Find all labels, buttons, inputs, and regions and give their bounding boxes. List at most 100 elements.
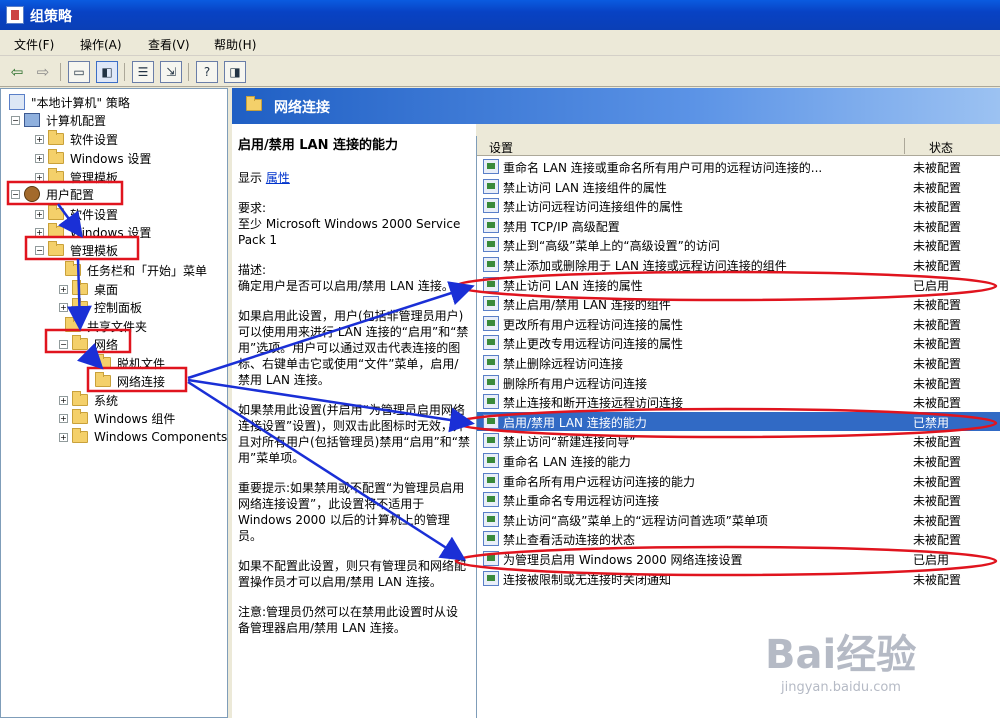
tree-windows-components-cn[interactable]: + Windows 组件 [59,409,177,427]
menu-file[interactable]: 文件(F) [14,36,54,53]
back-arrow-icon[interactable]: ⇦ [6,61,28,83]
setting-state: 未被配置 [913,533,962,548]
description-para-3: 重要提示:如果禁用或不配置“为管理员启用网络连接设置”，此设置将不适用于 Win… [238,481,465,543]
setting-state: 未被配置 [913,396,962,411]
description-title: 启用/禁用 LAN 连接的能力 [238,138,399,153]
setting-label: 删除所有用户远程访问连接 [503,376,648,391]
menu-action[interactable]: 操作(A) [80,36,122,53]
setting-label: 更改所有用户远程访问连接的属性 [503,317,684,332]
table-row[interactable]: 禁止访问 LAN 连接组件的属性 未被配置 [477,177,1000,197]
expand-icon[interactable]: + [35,227,44,237]
policy-setting-icon [483,374,499,390]
table-row[interactable]: 删除所有用户远程访问连接 未被配置 [477,373,1000,393]
table-row[interactable]: 禁止访问“高级”菜单上的“远程访问首选项”菜单项 未被配置 [477,510,1000,530]
tree-software-settings-2[interactable]: + 软件设置 [35,205,120,223]
table-row[interactable]: 为管理员启用 Windows 2000 网络连接设置 已启用 [477,549,1000,569]
folder-icon [48,241,64,256]
expand-icon[interactable]: + [59,432,68,442]
setting-label: 重命名所有用户远程访问连接的能力 [503,474,696,489]
tree-admin-templates-2[interactable]: − 管理模板 [35,241,120,259]
menu-help[interactable]: 帮助(H) [214,36,256,53]
tree-windows-components-en[interactable]: + Windows Components [59,428,227,446]
group-policy-icon [9,94,25,110]
help-icon[interactable]: ? [196,61,218,83]
properties-icon[interactable]: ☰ [132,61,154,83]
collapse-icon[interactable]: − [11,115,20,125]
table-row[interactable]: 重命名所有用户远程访问连接的能力 未被配置 [477,471,1000,491]
tree-windows-settings-1[interactable]: + Windows 设置 [35,149,153,167]
policy-setting-icon [483,296,499,312]
folder-icon [72,428,88,443]
table-row[interactable]: 禁止添加或删除用于 LAN 连接或远程访问连接的组件 未被配置 [477,255,1000,275]
setting-label: 禁止启用/禁用 LAN 连接的组件 [503,298,671,313]
expand-icon[interactable]: + [35,134,44,144]
tree-user-config[interactable]: − 用户配置 [11,185,96,203]
tree-computer-config[interactable]: − 计算机配置 [11,111,108,129]
expand-icon[interactable]: + [59,302,68,312]
tree-network-connections[interactable]: 网络连接 [95,372,168,390]
table-row[interactable]: 禁止查看活动连接的状态 未被配置 [477,529,1000,549]
policy-setting-icon [483,276,499,292]
table-row[interactable]: 禁止更改专用远程访问连接的属性 未被配置 [477,333,1000,353]
tree-desktop[interactable]: + 桌面 [59,280,120,298]
table-row[interactable]: 禁止访问远程访问连接组件的属性 未被配置 [477,196,1000,216]
table-row[interactable]: 禁止访问 LAN 连接的属性 已启用 [477,275,1000,295]
table-row[interactable]: 启用/禁用 LAN 连接的能力 已禁用 [477,411,1000,432]
expand-icon[interactable]: + [35,209,44,219]
tree-network[interactable]: − 网络 [59,335,120,353]
tree-software-settings-1[interactable]: + 软件设置 [35,130,120,148]
folder-icon [72,391,88,406]
show-pane-icon[interactable]: ◨ [224,61,246,83]
properties-link[interactable]: 属性 [266,171,290,185]
table-row[interactable]: 更改所有用户远程访问连接的属性 未被配置 [477,314,1000,334]
expand-icon[interactable]: + [35,172,44,182]
tree-offline-files[interactable]: 脱机文件 [95,354,167,372]
show-tree-icon[interactable]: ◧ [96,61,118,83]
table-row[interactable]: 连接被限制或无连接时关闭通知 未被配置 [477,569,1000,589]
policy-setting-icon [483,217,499,233]
window-title: 组策略 [30,9,72,25]
setting-state: 未被配置 [913,376,962,391]
policy-setting-icon [483,433,499,449]
tree-root[interactable]: "本地计算机" 策略 [9,93,132,111]
menu-view[interactable]: 查看(V) [148,36,190,53]
table-row[interactable]: 禁止重命名专用远程访问连接 未被配置 [477,490,1000,510]
forward-arrow-icon[interactable]: ⇨ [32,61,54,83]
column-header-state[interactable]: 状态 [929,139,953,156]
expand-icon[interactable]: + [59,413,68,423]
expand-icon[interactable]: + [35,153,44,163]
tree-control-panel[interactable]: + 控制面板 [59,298,144,316]
setting-state: 未被配置 [913,161,962,175]
setting-state: 未被配置 [913,474,962,489]
table-row[interactable]: 禁止到“高级”菜单上的“高级设置”的访问 未被配置 [477,235,1000,255]
description-para-2: 如果禁用此设置(并启用“为管理员启用网络连接设置”设置)，则双击此图标时无效，并… [238,403,471,465]
collapse-icon[interactable]: − [59,339,68,349]
export-list-icon[interactable]: ⇲ [160,61,182,83]
up-folder-icon[interactable]: ▭ [68,61,90,83]
tree-admin-templates-1[interactable]: + 管理模板 [35,168,120,186]
policy-setting-icon [483,257,499,272]
table-row[interactable]: 重命名 LAN 连接或重命名所有用户可用的远程访问连接的... 未被配置 [477,157,1000,177]
tree-system[interactable]: + 系统 [59,391,120,409]
table-row[interactable]: 禁止访问“新建连接向导” 未被配置 [477,431,1000,451]
table-row[interactable]: 禁止连接和断开连接远程访问连接 未被配置 [477,392,1000,412]
column-header-setting[interactable]: 设置 [489,139,513,156]
table-row[interactable]: 禁用 TCP/IP 高级配置 未被配置 [477,216,1000,236]
setting-label: 禁止删除远程访问连接 [503,357,624,371]
tree-taskbar-start[interactable]: 任务栏和「开始」菜单 [65,261,209,279]
table-row[interactable]: 禁止启用/禁用 LAN 连接的组件 未被配置 [477,294,1000,314]
title-bar[interactable]: 组策略 [0,0,1000,30]
collapse-icon[interactable]: − [11,189,20,199]
folder-icon [72,335,88,350]
collapse-icon[interactable]: − [35,245,44,255]
expand-icon[interactable]: + [59,284,68,294]
setting-state: 已禁用 [913,415,950,430]
expand-icon[interactable]: + [59,395,68,405]
table-row[interactable]: 重命名 LAN 连接的能力 未被配置 [477,451,1000,471]
table-row[interactable]: 禁止删除远程访问连接 未被配置 [477,353,1000,373]
tree-windows-settings-2[interactable]: + Windows 设置 [35,223,153,241]
setting-label: 重命名 LAN 连接的能力 [503,455,631,469]
tree-shared-folders[interactable]: 共享文件夹 [65,317,149,335]
setting-label: 启用/禁用 LAN 连接的能力 [503,415,647,430]
policy-setting-icon [483,394,499,410]
